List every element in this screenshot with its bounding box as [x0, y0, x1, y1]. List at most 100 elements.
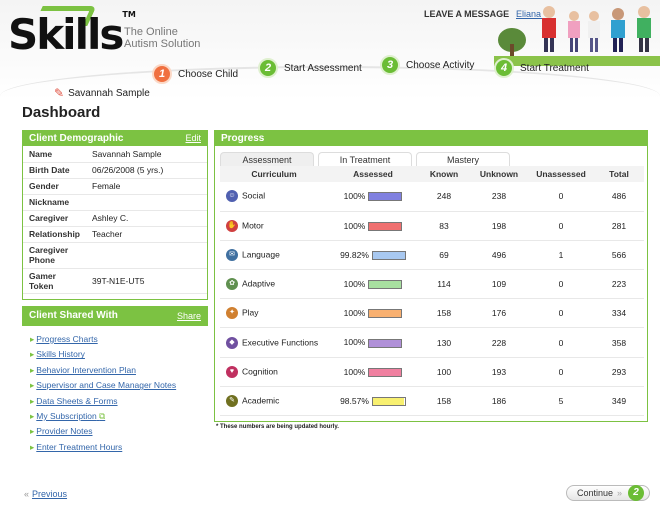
curriculum-cell: ☺ Social — [220, 182, 328, 212]
assessed-percent: 98.57% — [340, 395, 369, 406]
children-illustration — [494, 6, 660, 66]
link-label[interactable]: My Subscription — [36, 411, 96, 421]
progress-charts-link[interactable]: Progress Charts — [30, 334, 176, 349]
share-link[interactable]: Share — [177, 307, 201, 325]
step-choose-activity[interactable]: 3 Choose Activity — [380, 55, 474, 75]
curriculum-cell: ◆ Executive Functions — [220, 327, 328, 358]
curriculum-name[interactable]: Adaptive — [242, 278, 275, 288]
table-row[interactable]: ✎ Academic 98.57% 158 186 5 349 — [220, 386, 644, 417]
table-row: Caregiver Phone — [23, 242, 207, 269]
curriculum-cell: ✋ Motor — [220, 211, 328, 241]
step-4-icon: 4 — [494, 58, 514, 78]
data-sheets-link[interactable]: Data Sheets & Forms — [30, 396, 176, 411]
provider-notes-link[interactable]: Provider Notes — [30, 426, 176, 441]
total-cell: 358 — [594, 327, 644, 358]
unassessed-cell: 5 — [528, 386, 594, 417]
field-label: Name — [23, 146, 87, 163]
logo[interactable]: SkillsTM — [8, 10, 136, 59]
table-row[interactable]: ♥ Cognition 100% 100 193 0 293 — [220, 357, 644, 387]
field-label: Gamer Token — [23, 268, 87, 294]
adaptive-icon: ✿ — [226, 278, 238, 291]
enter-treatment-hours-link[interactable]: Enter Treatment Hours — [30, 442, 176, 457]
curriculum-cell: ✎ Academic — [220, 386, 328, 417]
table-row: Caregiver Ashley C. — [23, 210, 207, 227]
table-row[interactable]: ✉ Language 99.82% 69 496 1 566 — [220, 240, 644, 271]
field-label: Caregiver — [23, 210, 87, 227]
col-curriculum: Curriculum — [220, 166, 328, 182]
update-note: * These numbers are being updated hourly… — [216, 424, 339, 430]
assessed-cell: 100% — [328, 269, 418, 300]
supervisor-notes-link[interactable]: Supervisor and Case Manager Notes — [30, 380, 176, 395]
behavior-intervention-plan-link[interactable]: Behavior Intervention Plan — [30, 365, 176, 380]
known-cell: 83 — [418, 211, 470, 241]
language-icon: ✉ — [226, 248, 238, 261]
unassessed-cell: 0 — [528, 211, 594, 241]
curriculum-cell: ✿ Adaptive — [220, 269, 328, 300]
curriculum-name[interactable]: Executive Functions — [242, 337, 318, 347]
arrow-left-icon: « — [24, 489, 30, 499]
col-known: Known — [418, 166, 470, 182]
previous-label[interactable]: Previous — [32, 489, 67, 499]
my-subscription-link[interactable]: My Subscription ⧉ — [30, 411, 176, 426]
table-row[interactable]: ✦ Play 100% 158 176 0 334 — [220, 298, 644, 329]
table-row: Gender Female — [23, 178, 207, 195]
curriculum-name[interactable]: Play — [242, 308, 259, 318]
table-row[interactable]: ◆ Executive Functions 100% 130 228 0 358 — [220, 327, 644, 358]
edit-link[interactable]: Edit — [185, 131, 201, 146]
external-link-icon: ⧉ — [99, 410, 106, 421]
assessed-bar — [371, 397, 406, 407]
unassessed-cell: 0 — [528, 327, 594, 358]
assessed-bar-fill — [369, 193, 402, 201]
total-cell: 281 — [594, 211, 644, 241]
assessed-bar-fill — [369, 339, 402, 347]
curriculum-name[interactable]: Academic — [242, 395, 279, 405]
field-label: Relationship — [23, 226, 87, 243]
assessed-bar-fill — [372, 398, 405, 406]
header: SkillsTM The Online Autism Solution LEAV… — [0, 0, 660, 100]
step-label: Choose Child — [178, 68, 239, 80]
unknown-cell: 109 — [470, 269, 528, 300]
assessed-percent: 99.82% — [340, 249, 369, 260]
table-row: Name Savannah Sample — [23, 146, 207, 163]
motor-icon: ✋ — [226, 219, 238, 232]
tab-mastery[interactable]: Mastery — [416, 152, 510, 166]
known-cell: 248 — [418, 182, 470, 212]
continue-button[interactable]: Continue » 2 — [566, 485, 651, 501]
skills-history-link[interactable]: Skills History — [30, 349, 176, 364]
unassessed-cell: 1 — [528, 240, 594, 271]
col-unknown: Unknown — [470, 166, 528, 182]
known-cell: 100 — [418, 357, 470, 387]
field-value: 39T-N1E-UT5 — [86, 268, 207, 294]
curriculum-name[interactable]: Cognition — [242, 366, 278, 376]
curriculum-name[interactable]: Social — [242, 191, 265, 201]
unknown-cell: 198 — [470, 211, 528, 241]
field-value — [86, 242, 207, 269]
previous-link[interactable]: «Previous — [24, 489, 67, 499]
step-label: Start Assessment — [284, 62, 362, 74]
curriculum-cell: ✉ Language — [220, 240, 328, 271]
tab-assessment[interactable]: Assessment — [220, 152, 314, 166]
table-row[interactable]: ✋ Motor 100% 83 198 0 281 — [220, 211, 644, 241]
curriculum-name[interactable]: Language — [242, 249, 280, 259]
assessed-percent: 100% — [343, 279, 366, 290]
table-row[interactable]: ☺ Social 100% 248 238 0 486 — [220, 182, 644, 212]
assessed-cell: 100% — [328, 327, 418, 358]
total-cell: 293 — [594, 357, 644, 387]
selected-child: ✎ Savannah Sample — [54, 86, 150, 100]
field-label: Gender — [23, 178, 87, 195]
client-shared-panel: Client Shared With Share — [22, 306, 208, 326]
unknown-cell: 186 — [470, 386, 528, 417]
step-start-assessment[interactable]: 2 Start Assessment — [258, 58, 362, 78]
total-cell: 349 — [594, 386, 644, 417]
curriculum-name[interactable]: Motor — [242, 220, 264, 230]
tab-in-treatment[interactable]: In Treatment — [318, 152, 412, 166]
field-label: Nickname — [23, 194, 87, 211]
table-row[interactable]: ✿ Adaptive 100% 114 109 0 223 — [220, 269, 644, 300]
total-cell: 334 — [594, 298, 644, 329]
field-value — [86, 194, 207, 211]
field-value: Female — [86, 178, 207, 195]
step-choose-child[interactable]: 1 Choose Child — [152, 64, 238, 84]
step-start-treatment[interactable]: 4 Start Treatment — [494, 58, 589, 78]
assessed-bar — [368, 280, 403, 290]
table-header-row: Curriculum Assessed Known Unknown Unasse… — [220, 166, 644, 182]
